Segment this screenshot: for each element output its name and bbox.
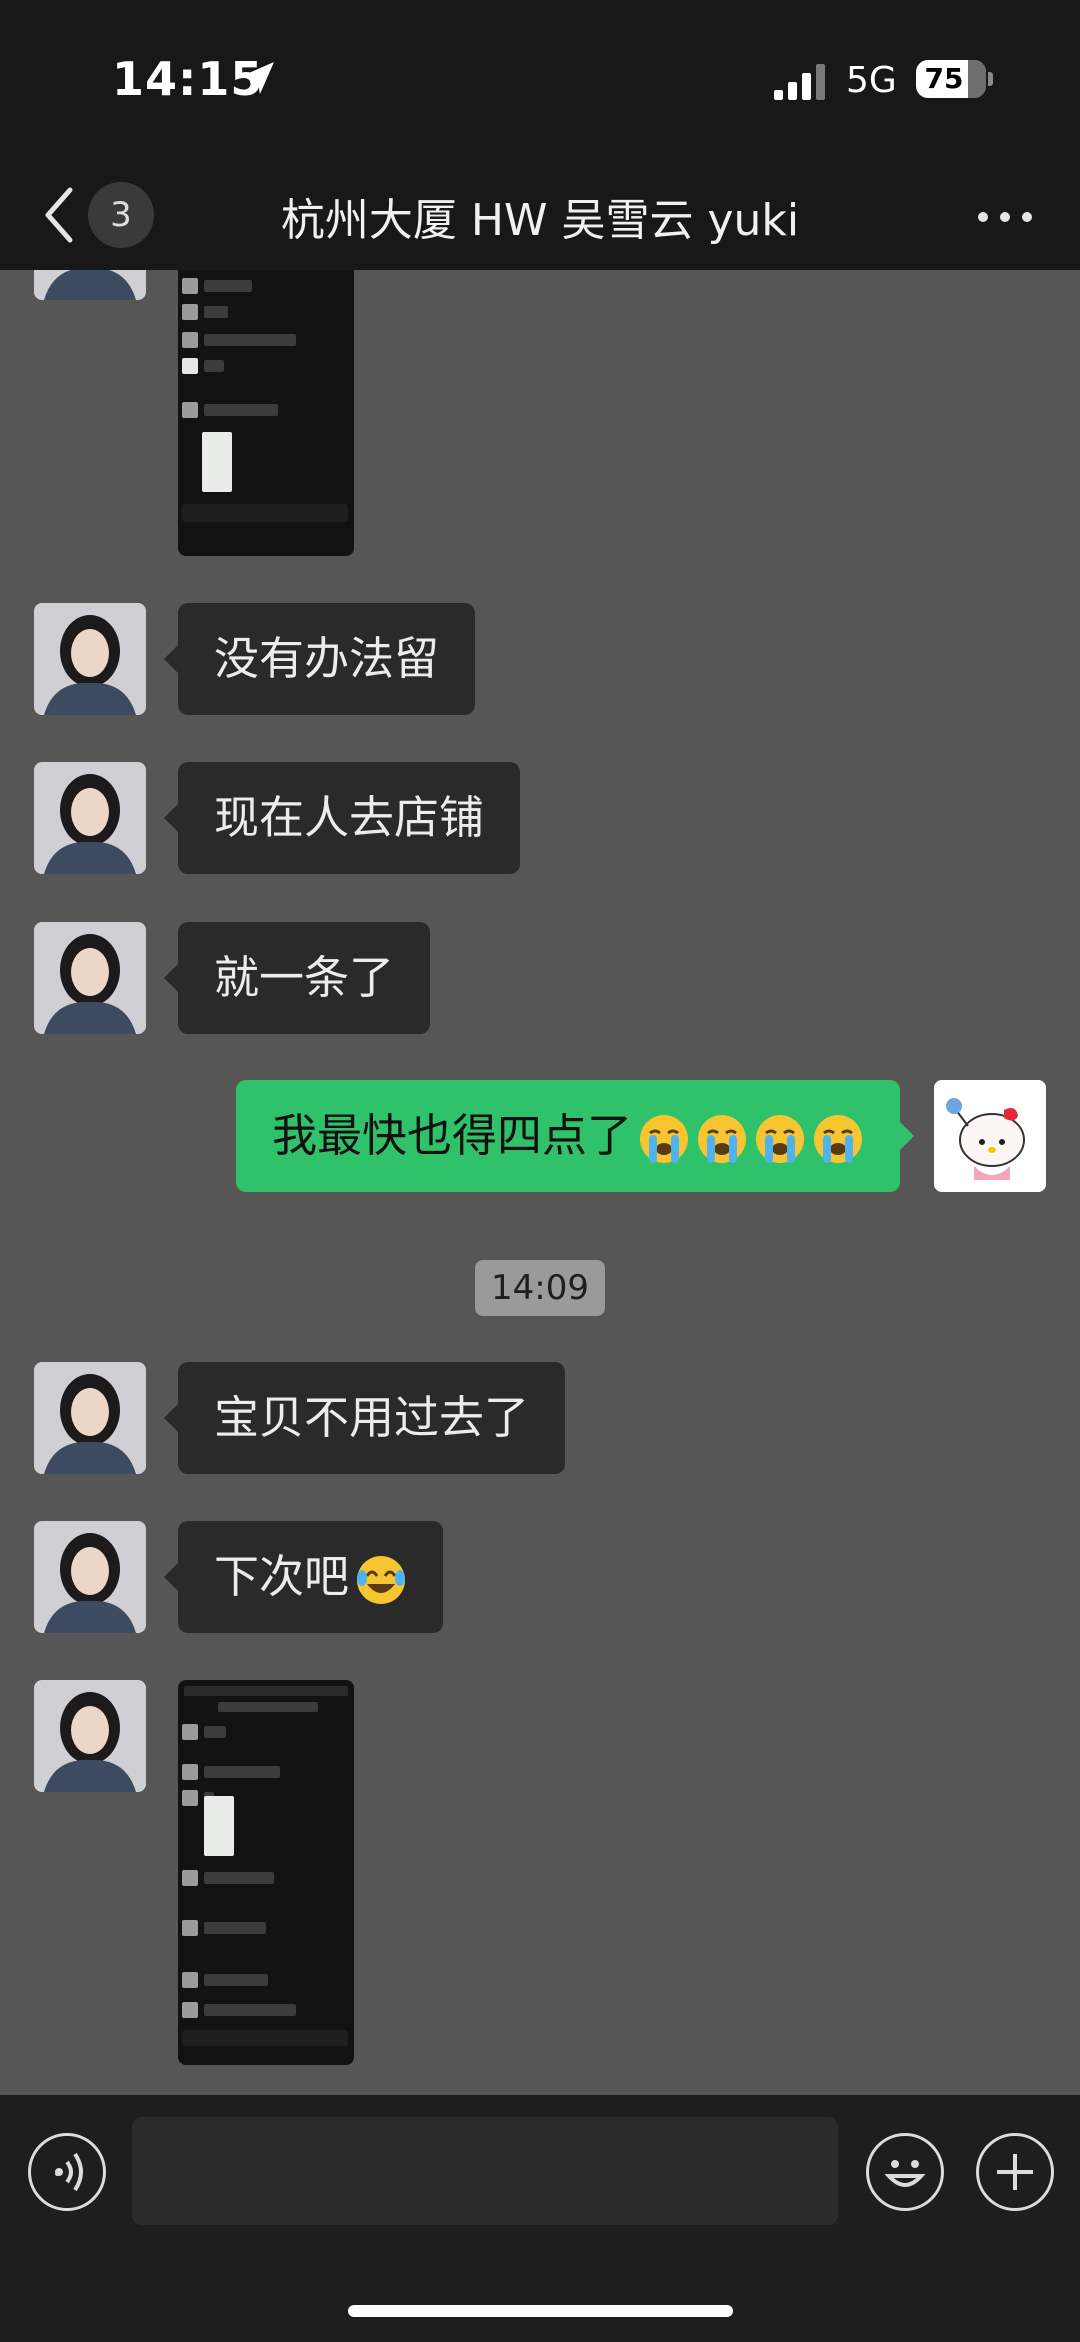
smiley-icon[interactable] <box>866 2133 944 2211</box>
image-thumbnail <box>202 432 232 492</box>
crying-face-emoji <box>640 1115 688 1163</box>
signal-bars-icon <box>774 64 825 100</box>
thumbnail-input-bar <box>182 504 348 522</box>
thumbnail-input-bar <box>182 2030 348 2046</box>
status-bar: 14:15 5G 75 <box>0 0 1080 160</box>
battery-level: 75 <box>924 62 964 95</box>
timestamp: 14:09 <box>475 1260 605 1316</box>
message-input[interactable] <box>132 2117 838 2225</box>
chat-title: 杭州大厦 HW 吴雪云 yuki <box>280 195 800 246</box>
message-bubble[interactable]: 下次吧 <box>163 1521 444 1633</box>
thumbnail-title <box>218 1702 318 1712</box>
message-text: 我最快也得四点了 <box>271 1109 632 1162</box>
contact-avatar[interactable] <box>34 1362 146 1474</box>
image-message[interactable] <box>178 1680 354 2065</box>
crying-face-emoji <box>814 1115 862 1163</box>
message-bubble[interactable]: 就一条了 <box>163 922 431 1034</box>
contact-avatar[interactable] <box>34 270 146 300</box>
contact-avatar[interactable] <box>34 1521 146 1633</box>
contact-avatar[interactable] <box>34 922 146 1034</box>
message-bubble[interactable]: 宝贝不用过去了 <box>163 1362 566 1474</box>
network-type: 5G <box>846 60 897 101</box>
message-bubble[interactable]: 没有办法留 <box>163 603 476 715</box>
my-message-bubble[interactable]: 我最快也得四点了 <box>235 1080 915 1192</box>
voice-icon[interactable] <box>28 2133 106 2211</box>
tears-of-joy-emoji <box>357 1556 406 1604</box>
chat-header: 3 杭州大厦 HW 吴雪云 yuki <box>0 160 1080 270</box>
battery-icon: 75 <box>916 60 986 98</box>
contact-avatar[interactable] <box>34 603 146 715</box>
contact-avatar[interactable] <box>34 762 146 874</box>
location-arrow-icon <box>242 62 274 94</box>
unread-count-badge[interactable]: 3 <box>88 182 154 248</box>
message-text: 下次吧 <box>214 1550 350 1603</box>
contact-avatar[interactable] <box>34 1680 146 1792</box>
battery-tip <box>988 72 993 86</box>
message-bubble[interactable]: 现在人去店铺 <box>163 762 521 874</box>
message-list[interactable]: 没有办法留 现在人去店铺 就一条了 我最快也得四点了 14:09 宝贝不用过去了… <box>0 270 1080 2095</box>
more-dots-icon[interactable] <box>970 186 1040 246</box>
home-indicator[interactable] <box>348 2305 733 2317</box>
crying-face-emoji <box>698 1115 746 1163</box>
my-avatar[interactable] <box>934 1080 1046 1192</box>
chevron-left-icon[interactable] <box>38 182 78 248</box>
thumbnail-status-bar <box>184 1686 348 1696</box>
crying-face-emoji <box>756 1115 804 1163</box>
image-thumbnail <box>204 1796 234 1856</box>
image-message[interactable] <box>178 270 354 556</box>
plus-icon[interactable] <box>976 2133 1054 2211</box>
